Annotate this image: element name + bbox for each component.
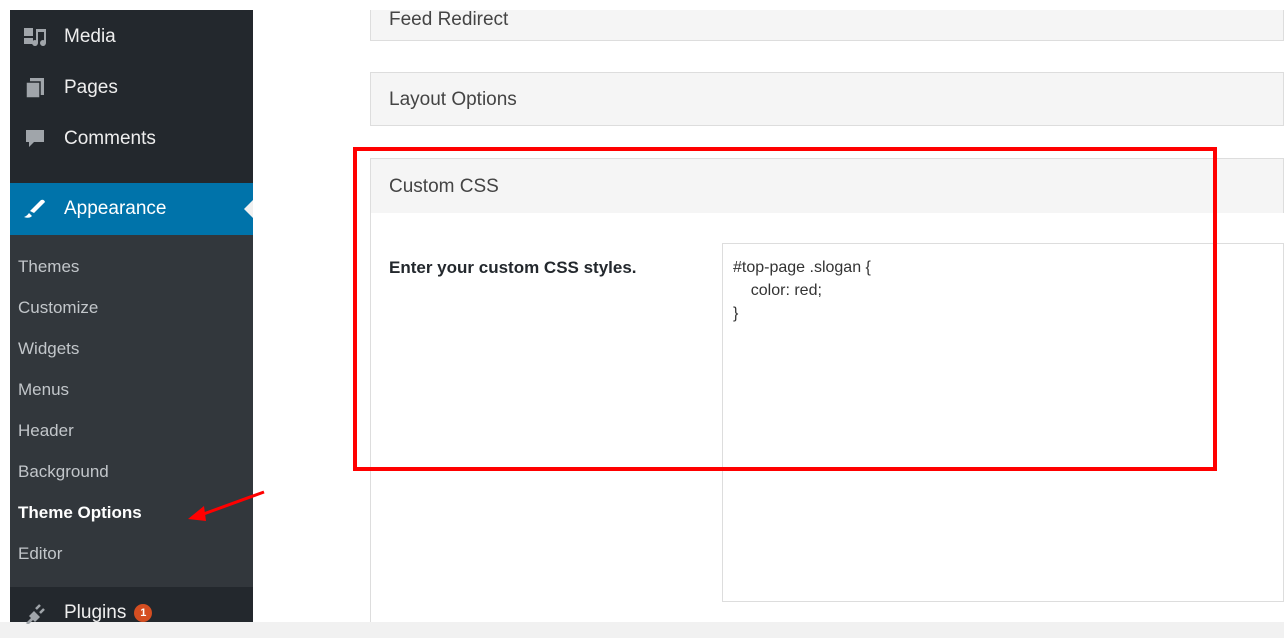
appearance-submenu xyxy=(10,235,253,587)
sidebar-item-label: Media xyxy=(64,26,116,47)
content-gutter xyxy=(253,10,285,622)
submenu-item-editor[interactable]: Editor xyxy=(18,544,62,564)
annotation-arrow-icon xyxy=(188,490,265,521)
custom-css-label: Enter your custom CSS styles. xyxy=(389,258,637,277)
paintbrush-icon xyxy=(22,198,48,220)
custom-css-textarea[interactable]: #top-page .slogan { color: red; } xyxy=(722,243,1284,602)
submenu-item-widgets[interactable]: Widgets xyxy=(18,339,79,359)
submenu-item-customize[interactable]: Customize xyxy=(18,298,98,318)
pages-icon xyxy=(22,77,48,99)
sidebar-item-label: Plugins xyxy=(64,602,127,623)
panel-title: Feed Redirect xyxy=(389,9,509,30)
submenu-item-themes[interactable]: Themes xyxy=(18,257,79,277)
panel-title: Custom CSS xyxy=(389,176,499,197)
panel-title: Layout Options xyxy=(389,89,517,110)
media-icon xyxy=(22,26,48,48)
comments-icon xyxy=(22,128,48,150)
sidebar-item-comments[interactable]: Comments xyxy=(10,114,253,164)
submenu-item-background[interactable]: Background xyxy=(18,462,109,482)
submenu-item-menus[interactable]: Menus xyxy=(18,380,69,400)
submenu-item-theme-options[interactable]: Theme Options xyxy=(18,503,142,523)
top-edge xyxy=(0,0,1284,10)
left-edge xyxy=(0,0,10,622)
sidebar-item-label: Pages xyxy=(64,77,118,98)
current-menu-indicator xyxy=(244,200,253,218)
sidebar-item-plugins[interactable]: Plugins 1 xyxy=(10,588,253,638)
sidebar-item-label: Appearance xyxy=(64,198,167,219)
sidebar-item-appearance[interactable]: Appearance xyxy=(10,183,253,235)
sidebar-item-label: Comments xyxy=(64,128,156,149)
update-count-badge: 1 xyxy=(134,604,153,622)
panel-custom-css[interactable]: Custom CSS xyxy=(370,158,1284,214)
panel-layout-options[interactable]: Layout Options xyxy=(370,72,1284,126)
plugins-icon xyxy=(22,602,48,624)
sidebar-item-media[interactable]: Media xyxy=(10,12,253,62)
sidebar-item-pages[interactable]: Pages xyxy=(10,63,253,113)
submenu-item-header[interactable]: Header xyxy=(18,421,74,441)
